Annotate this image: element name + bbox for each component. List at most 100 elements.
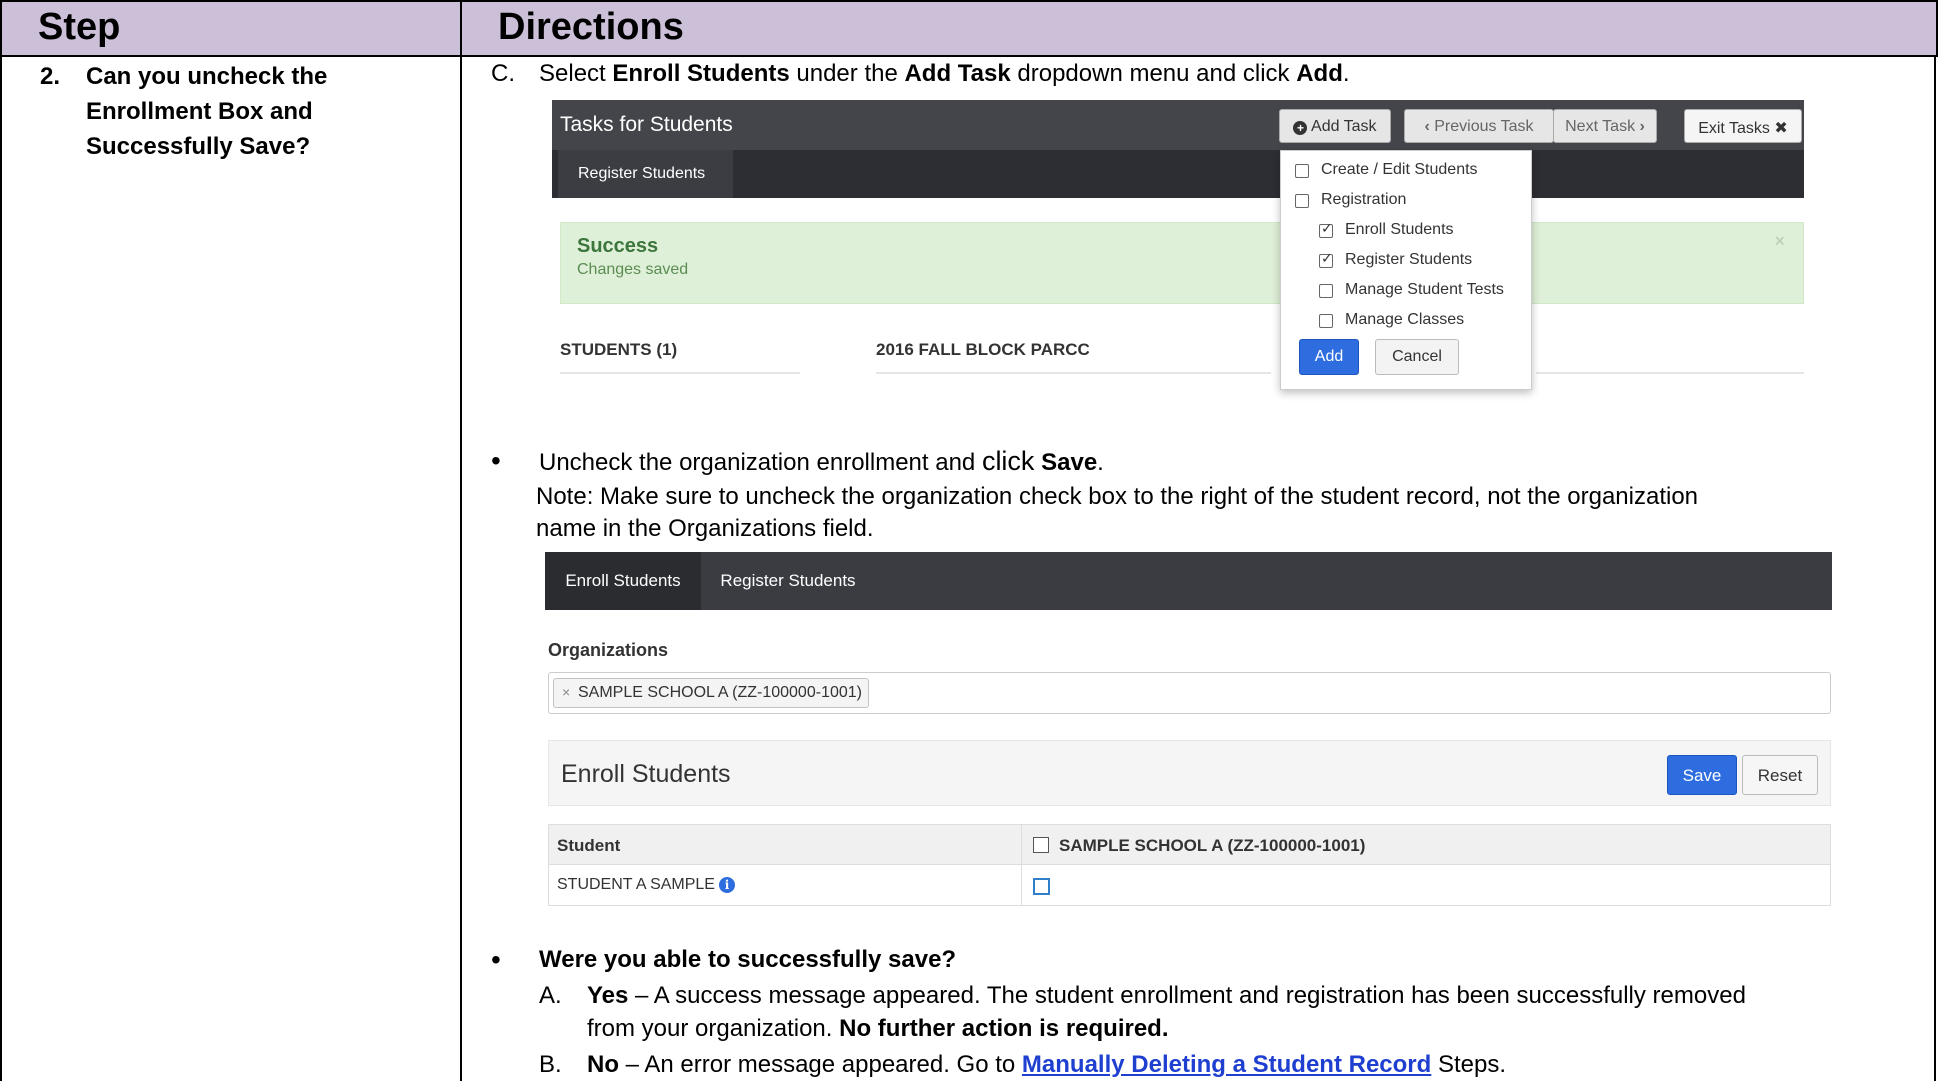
organization-chip: × SAMPLE SCHOOL A (ZZ-100000-1001): [553, 678, 869, 708]
option-a-line-2: from your organization. No further actio…: [587, 1014, 1169, 1044]
note-line-1: Note: Make sure to uncheck the organizat…: [536, 483, 1699, 510]
option-a-yes: Yes: [587, 982, 629, 1009]
instruction-c-marker: C.: [491, 60, 515, 87]
option-a-text-2: from your organization.: [587, 1015, 840, 1042]
option-b-text-2: Steps.: [1431, 1051, 1507, 1078]
enroll-navbar: Enroll Students Register Students: [545, 552, 1832, 610]
tab-enroll-students[interactable]: Enroll Students: [545, 552, 701, 610]
instruction-c-text-4: .: [1342, 60, 1350, 87]
directions-header-text: Directions: [498, 6, 684, 48]
next-task-button[interactable]: Next Task ›: [1553, 109, 1657, 143]
manually-deleting-link[interactable]: Manually Deleting a Student Record: [1022, 1051, 1431, 1078]
instruction-c-bold-add-task: Add Task: [904, 60, 1011, 87]
success-message: Changes saved: [577, 261, 689, 278]
save-button[interactable]: Save: [1667, 755, 1737, 795]
tasks-title: Tasks for Students: [560, 113, 733, 136]
directions-column-header: Directions: [460, 0, 1938, 57]
test-column-rule: [876, 372, 1271, 374]
option-a-no-action: No further action is required.: [839, 1015, 1169, 1042]
chevron-left-icon: ‹: [1424, 118, 1430, 135]
chip-remove-icon[interactable]: ×: [562, 684, 570, 700]
org-column-checkbox[interactable]: [1033, 837, 1049, 853]
add-task-dropdown: Create / Edit Students Registration Enro…: [1280, 150, 1532, 390]
instruction-c-bold-enroll: Enroll Students: [612, 60, 790, 87]
dropdown-label-register-students: Register Students: [1345, 251, 1473, 268]
dropdown-cancel-button[interactable]: Cancel: [1375, 339, 1459, 375]
tasks-topbar: Tasks for Students + Add Task ‹ Previous…: [552, 100, 1804, 150]
success-title: Success: [577, 235, 659, 257]
tab-register-students[interactable]: Register Students: [558, 150, 733, 198]
info-icon[interactable]: i: [718, 877, 735, 893]
instruction-c-text-3: dropdown menu and click: [1010, 60, 1297, 87]
option-b-no: No: [587, 1051, 619, 1078]
enroll-screenshot: Enroll Students Register Students Organi…: [545, 552, 1832, 916]
option-b-line: No – An error message appeared. Go to Ma…: [587, 1050, 1506, 1080]
dropdown-label-manage-classes: Manage Classes: [1345, 311, 1465, 328]
plus-circle-icon: +: [1293, 121, 1308, 135]
tab-register-students-2[interactable]: Register Students: [701, 552, 875, 610]
option-b-marker: B.: [539, 1051, 562, 1078]
option-a-marker: A.: [539, 982, 562, 1009]
bullet-dot-1: •: [491, 445, 501, 476]
step-question-line-3: Successfully Save?: [86, 133, 311, 160]
add-task-label: Add Task: [1311, 118, 1377, 135]
bullet-dot-2: •: [491, 944, 501, 975]
student-name-cell: STUDENT A SAMPLE i: [557, 876, 735, 894]
bullet-uncheck-save: Uncheck the organization enrollment and …: [539, 446, 1104, 478]
student-enrollment-checkbox[interactable]: [1033, 878, 1050, 895]
add-task-button[interactable]: + Add Task: [1279, 109, 1391, 143]
option-a-line-1: Yes – A success message appeared. The st…: [587, 981, 1746, 1011]
test-column-header: 2016 FALL BLOCK PARCC: [876, 340, 1090, 359]
bullet-question: Were you able to successfully save?: [539, 945, 956, 975]
previous-task-button[interactable]: ‹ Previous Task: [1404, 109, 1554, 143]
alert-close-icon[interactable]: ×: [1774, 231, 1785, 252]
reset-button[interactable]: Reset: [1742, 755, 1818, 795]
organizations-field[interactable]: × SAMPLE SCHOOL A (ZZ-100000-1001): [548, 672, 1831, 714]
checkbox-register-students[interactable]: [1319, 250, 1333, 268]
dropdown-label-create-edit: Create / Edit Students: [1321, 161, 1478, 178]
close-icon: ✖: [1774, 120, 1788, 137]
enrollment-grid: Student SAMPLE SCHOOL A (ZZ-100000-1001)…: [548, 824, 1831, 906]
student-name: STUDENT A SAMPLE: [557, 876, 715, 893]
grid-divider: [1021, 825, 1022, 905]
step-question-line-1: Can you uncheck the: [86, 63, 328, 90]
dropdown-add-button[interactable]: Add: [1299, 339, 1359, 375]
option-b-text-1: – An error message appeared. Go to: [619, 1051, 1022, 1078]
option-a-text-1: – A success message appeared. The studen…: [628, 982, 1746, 1009]
student-column-header: Student: [557, 836, 621, 855]
bullet1-text-1: Uncheck the organization enrollment and: [539, 449, 982, 476]
checkbox-enroll-students[interactable]: [1319, 220, 1333, 238]
step-cell: 2. Can you uncheck the Enrollment Box an…: [0, 55, 462, 1081]
right-column-rule: [1536, 372, 1804, 374]
previous-task-label: Previous Task: [1434, 118, 1534, 135]
organization-chip-label: SAMPLE SCHOOL A (ZZ-100000-1001): [578, 684, 862, 701]
org-column-header: SAMPLE SCHOOL A (ZZ-100000-1001): [1059, 836, 1366, 855]
instruction-c-text-2: under the: [789, 60, 905, 87]
bullet1-period: .: [1097, 449, 1104, 476]
checkbox-create-edit[interactable]: [1295, 164, 1309, 178]
checkbox-registration[interactable]: [1295, 194, 1309, 208]
tasks-tab-bar: Register Students: [552, 150, 1804, 198]
step-question-line-2: Enrollment Box and: [86, 98, 313, 125]
students-column-rule: [560, 372, 800, 374]
instruction-c-text-1: Select: [539, 60, 613, 87]
exit-tasks-button[interactable]: Exit Tasks ✖: [1684, 109, 1802, 143]
enroll-students-panel: Enroll Students Save Reset: [548, 740, 1831, 806]
step-number: 2.: [40, 63, 61, 90]
exit-tasks-label: Exit Tasks: [1698, 120, 1770, 137]
bullet1-bold-save: Save: [1041, 449, 1098, 476]
dropdown-label-enroll-students: Enroll Students: [1345, 221, 1454, 238]
bullet1-text-click: click: [981, 446, 1035, 476]
step-column-header: Step: [0, 0, 462, 57]
success-alert: Success Changes saved ×: [560, 222, 1804, 304]
directions-table: Step Directions 2. Can you uncheck the E…: [0, 0, 1938, 1081]
checkbox-manage-classes[interactable]: [1319, 314, 1333, 328]
instruction-c-bold-add: Add: [1296, 60, 1343, 87]
dropdown-label-manage-tests: Manage Student Tests: [1345, 281, 1504, 298]
step-header-text: Step: [38, 6, 121, 48]
bullet2-question-text: Were you able to successfully save?: [539, 946, 957, 973]
chevron-right-icon: ›: [1639, 118, 1645, 135]
note-line-2: name in the Organizations field.: [536, 515, 874, 542]
checkbox-manage-tests[interactable]: [1319, 284, 1333, 298]
tasks-screenshot: Tasks for Students + Add Task ‹ Previous…: [552, 100, 1804, 390]
